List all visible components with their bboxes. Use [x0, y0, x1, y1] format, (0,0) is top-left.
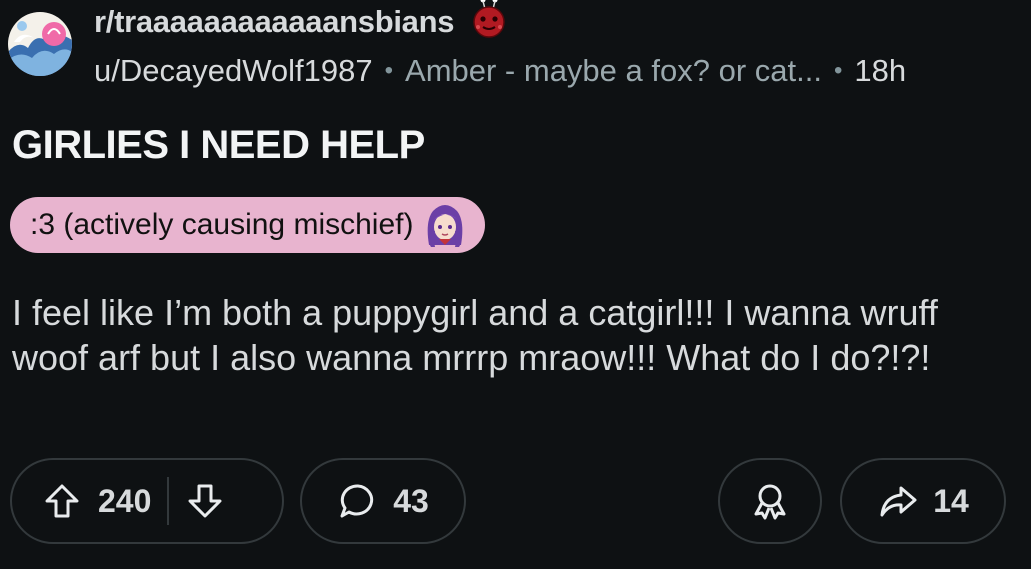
user-row: u/DecayedWolf1987 • Amber - maybe a fox?… [94, 42, 906, 100]
comments-button[interactable]: 43 [300, 458, 466, 544]
subreddit-row: r/traaaaaaaaaaaansbians [94, 0, 906, 42]
vote-divider [167, 477, 170, 525]
upvote-arrow-icon [45, 484, 79, 518]
share-count: 14 [933, 482, 969, 519]
separator-dot: • [833, 57, 843, 84]
post-meta: r/traaaaaaaaaaaansbians u/DecayedWolf198… [94, 0, 906, 100]
downvote-button[interactable] [185, 481, 225, 521]
post-title: GIRLIES I NEED HELP [12, 123, 425, 167]
subreddit-name[interactable]: r/traaaaaaaaaaaansbians [94, 4, 455, 40]
downvote-arrow-icon [188, 484, 222, 518]
award-ribbon-icon [754, 484, 786, 520]
subreddit-avatar[interactable] [8, 12, 72, 76]
post-flair-label: :3 (actively causing mischief) [30, 208, 414, 241]
upvote-count: 240 [98, 482, 152, 519]
share-arrow-icon [880, 486, 917, 517]
reddit-post: r/traaaaaaaaaaaansbians u/DecayedWolf198… [0, 0, 1031, 569]
wave-art-icon [8, 12, 72, 76]
post-flair[interactable]: :3 (actively causing mischief) [10, 197, 486, 253]
upvote-button[interactable] [42, 481, 82, 521]
anime-girl-emoji-icon [428, 205, 463, 247]
username[interactable]: u/DecayedWolf1987 [94, 53, 373, 89]
comment-count: 43 [393, 482, 429, 519]
post-body: I feel like I’m both a puppygirl and a c… [12, 292, 938, 378]
vote-control: 240 [10, 458, 284, 544]
share-button[interactable]: 14 [840, 458, 1006, 544]
user-flair: Amber - maybe a fox? or cat... [405, 53, 822, 88]
separator-dot: • [384, 57, 394, 84]
post-header: r/traaaaaaaaaaaansbians u/DecayedWolf198… [8, 0, 906, 100]
post-time: 18h [854, 53, 907, 88]
comment-bubble-icon [340, 484, 374, 518]
award-button[interactable] [718, 458, 822, 544]
subreddit-emblem-icon [473, 0, 505, 38]
